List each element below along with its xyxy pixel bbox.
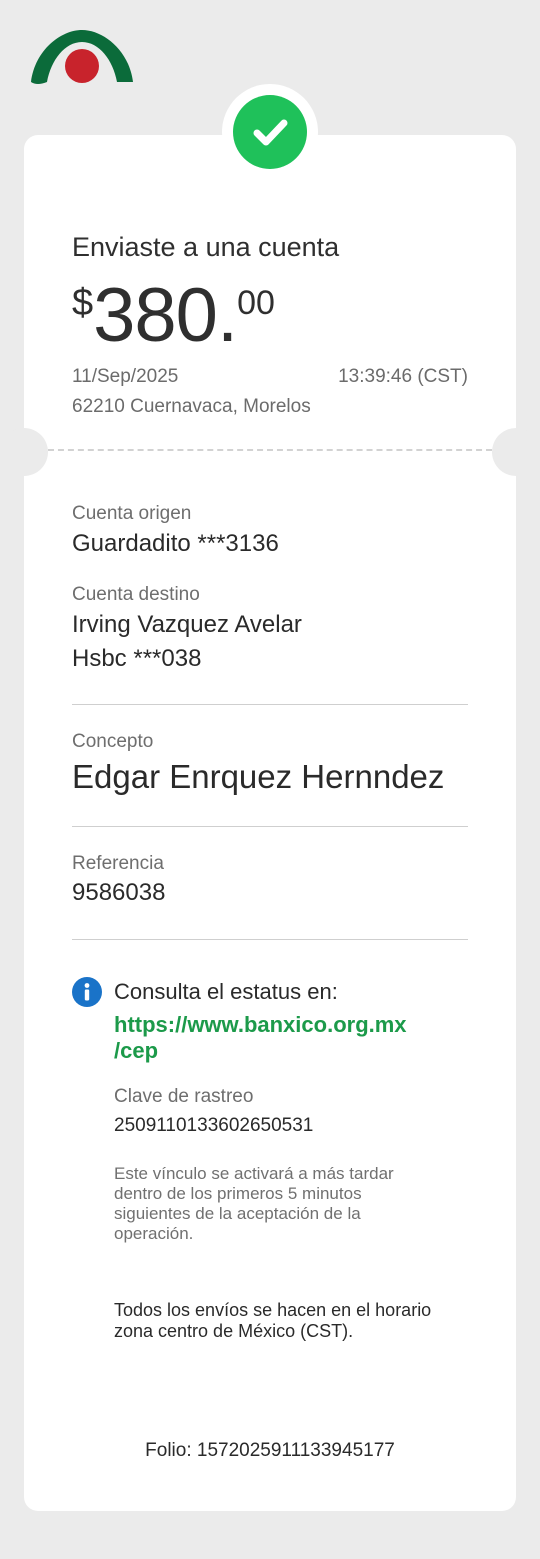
banxico-link[interactable]: https://www.banxico.org.mx /cep — [114, 1012, 407, 1064]
activation-note-line: operación. — [114, 1224, 194, 1243]
timezone-note-line: zona centro de México (CST). — [114, 1321, 354, 1341]
check-icon — [233, 95, 307, 169]
timezone-note: Todos los envíos se hacen en el horario … — [114, 1300, 431, 1342]
activation-note-line: Este vínculo se activará a más tardar — [114, 1164, 394, 1183]
concept-label: Concepto — [72, 731, 154, 752]
banxico-link-line1[interactable]: https://www.banxico.org.mx — [114, 1012, 407, 1038]
banxico-link-line2[interactable]: /cep — [114, 1038, 407, 1064]
consult-status-text: Consulta el estatus en: — [114, 979, 338, 1004]
activation-note: Este vínculo se activará a más tardar de… — [114, 1164, 394, 1244]
divider — [72, 826, 468, 827]
destination-account-bank: Hsbc ***038 — [72, 645, 202, 672]
info-icon — [72, 977, 102, 1007]
amount-currency: $ — [72, 282, 94, 324]
ticket-notch-left — [0, 428, 48, 476]
bank-logo — [27, 24, 137, 88]
ticket-notch-right — [492, 428, 540, 476]
reference-value: 9586038 — [72, 879, 166, 906]
origin-account-value: Guardadito ***3136 — [72, 530, 279, 557]
divider — [72, 939, 468, 940]
concept-value: Edgar Enrquez Hernndez — [72, 758, 445, 795]
reference-label: Referencia — [72, 853, 164, 874]
destination-account-name: Irving Vazquez Avelar — [72, 611, 302, 638]
activation-note-line: siguientes de la aceptación de la — [114, 1204, 361, 1223]
tracking-key-value: 2509110133602650531 — [114, 1115, 314, 1136]
amount-whole: 380. — [93, 273, 238, 358]
amount: $380.00 — [72, 272, 275, 358]
origin-account-label: Cuenta origen — [72, 503, 192, 524]
transaction-date: 11/Sep/2025 — [72, 366, 179, 387]
transaction-location: 62210 Cuernavaca, Morelos — [72, 396, 311, 417]
receipt-title: Enviaste a una cuenta — [72, 232, 340, 262]
destination-account-label: Cuenta destino — [72, 584, 200, 605]
activation-note-line: dentro de los primeros 5 minutos — [114, 1184, 362, 1203]
transaction-time: 13:39:46 (CST) — [338, 366, 468, 387]
divider — [72, 704, 468, 705]
ticket-perforation — [48, 449, 492, 451]
amount-cents: 00 — [237, 284, 275, 322]
timezone-note-line: Todos los envíos se hacen en el horario — [114, 1300, 432, 1320]
folio-number: Folio: 1572025911133945177 — [145, 1440, 395, 1461]
tracking-key-label: Clave de rastreo — [114, 1086, 254, 1107]
